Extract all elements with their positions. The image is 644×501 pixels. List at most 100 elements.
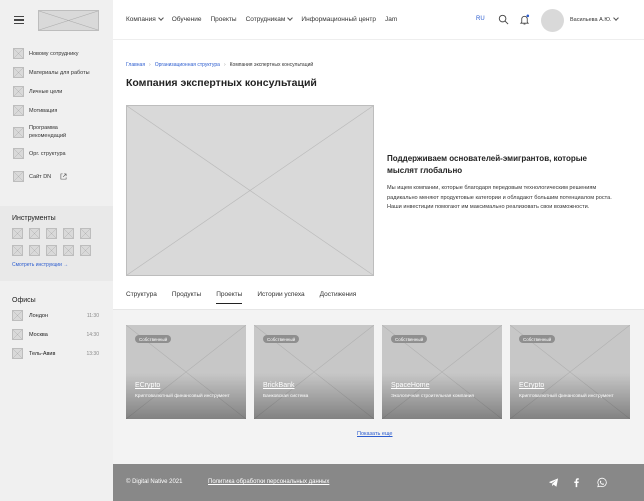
tab-structure[interactable]: Структура xyxy=(126,291,157,304)
menu-item-jam[interactable]: Jam xyxy=(385,16,397,23)
logo[interactable] xyxy=(38,9,99,31)
sidebar-item-label: Личные цели xyxy=(29,88,63,95)
page-title: Компания экспертных консультаций xyxy=(126,77,317,89)
tool-icon[interactable] xyxy=(80,245,91,256)
tools-section: Инструменты Смотреть инструкции → xyxy=(0,206,113,281)
facebook-icon[interactable] xyxy=(571,477,582,488)
sidebar-item-label: Сайт DN xyxy=(29,173,52,180)
office-flag-icon xyxy=(12,329,23,340)
sidebar-item-referral-program[interactable]: Программа рекомендаций xyxy=(13,124,113,140)
language-switch[interactable]: RU xyxy=(476,16,485,22)
offices-section: Офисы Лондон 11:30 Москва 14:30 Тель-Ави… xyxy=(0,297,113,367)
card-description: Криптовалютный финансовый инструмент xyxy=(135,394,230,399)
office-flag-icon xyxy=(12,310,23,321)
copyright: © Digital Native 2021 xyxy=(126,479,183,485)
whatsapp-icon[interactable] xyxy=(596,477,607,488)
offices-title: Офисы xyxy=(12,297,36,304)
project-card[interactable]: Собственный ECrypto Криптовалютный финан… xyxy=(126,325,246,419)
sidebar-item-new-employee[interactable]: Новому сотруднику xyxy=(13,48,113,59)
search-icon[interactable] xyxy=(498,14,509,25)
show-more-link[interactable]: Показать еще xyxy=(357,431,393,437)
tool-icon[interactable] xyxy=(46,245,57,256)
tabs: Структура Продукты Проекты Истории успех… xyxy=(126,291,356,304)
tool-icon[interactable] xyxy=(29,245,40,256)
project-card[interactable]: Собственный BrickBank Банковская система xyxy=(254,325,374,419)
tab-projects[interactable]: Проекты xyxy=(216,291,243,304)
office-row: Москва 14:30 xyxy=(12,329,101,340)
breadcrumb: Главная › Организационная структура › Ко… xyxy=(126,62,313,68)
sidebar-item-org-structure[interactable]: Орг. структура xyxy=(13,148,113,159)
user-menu[interactable]: Васильева А.Ю. xyxy=(570,14,620,23)
menu-item-employees[interactable]: Сотрудникам xyxy=(245,14,294,23)
office-name: Москва xyxy=(29,331,48,338)
tool-icon[interactable] xyxy=(12,228,23,239)
motivation-icon xyxy=(13,105,24,116)
menu-item-label: Информационный центр xyxy=(301,16,377,23)
office-flag-icon xyxy=(12,348,23,359)
tools-instructions-link[interactable]: Смотреть инструкции → xyxy=(12,262,101,268)
referral-program-icon xyxy=(13,126,24,138)
sidebar-top xyxy=(0,0,113,40)
project-card[interactable]: Собственный SpaceHome Экологичная строит… xyxy=(382,325,502,419)
breadcrumb-separator: › xyxy=(223,62,226,68)
menu-item-label: Обучение xyxy=(171,16,202,23)
sidebar-item-label: Мотивация xyxy=(29,107,58,114)
bell-icon[interactable] xyxy=(519,14,530,25)
card-title[interactable]: ECrypto xyxy=(135,382,160,389)
new-employee-icon xyxy=(13,48,24,59)
work-materials-icon xyxy=(13,67,24,78)
tool-icon[interactable] xyxy=(12,245,23,256)
menu-item-training[interactable]: Обучение xyxy=(172,16,202,23)
tool-icon[interactable] xyxy=(80,228,91,239)
tab-products[interactable]: Продукты xyxy=(172,291,201,304)
user-name: Васильева А.Ю. xyxy=(570,17,612,23)
sidebar-item-site-dn[interactable]: Сайт DN xyxy=(13,171,113,182)
sidebar-item-work-materials[interactable]: Материалы для работы xyxy=(13,67,113,78)
main-menu: Компания Обучение Проекты Сотрудникам Ин… xyxy=(126,14,397,23)
tab-success-stories[interactable]: Истории успеха xyxy=(257,291,304,304)
sidebar-item-label: Материалы для работы xyxy=(29,69,90,76)
privacy-policy-link[interactable]: Политика обработки персональных данных xyxy=(208,479,329,485)
office-name: Тель-Авив xyxy=(29,350,56,357)
tool-icon[interactable] xyxy=(63,228,74,239)
chevron-down-icon xyxy=(287,14,294,21)
tools-title: Инструменты xyxy=(12,215,56,222)
card-badge: Собственный xyxy=(391,335,428,343)
card-title[interactable]: SpaceHome xyxy=(391,382,430,389)
project-card[interactable]: Собственный ECrypto Криптовалютный финан… xyxy=(510,325,630,419)
breadcrumb-link[interactable]: Главная xyxy=(126,62,145,68)
card-description: Экологичная строительная компания xyxy=(391,394,474,399)
office-row: Тель-Авив 13:30 xyxy=(12,348,101,359)
tool-icon[interactable] xyxy=(29,228,40,239)
telegram-icon[interactable] xyxy=(548,477,559,488)
menu-item-projects[interactable]: Проекты xyxy=(210,16,236,23)
sidebar: Новому сотруднику Материалы для работы Л… xyxy=(0,0,113,501)
top-header: Компания Обучение Проекты Сотрудникам Ин… xyxy=(113,0,644,40)
menu-item-label: Сотрудникам xyxy=(245,16,286,23)
tools-grid xyxy=(12,228,101,256)
org-structure-icon xyxy=(13,148,24,159)
tool-icon[interactable] xyxy=(63,245,74,256)
menu-item-company[interactable]: Компания xyxy=(126,14,164,23)
chevron-down-icon xyxy=(157,14,164,21)
menu-item-label: Проекты xyxy=(210,16,237,23)
menu-item-label: Jam xyxy=(385,16,398,23)
breadcrumb-separator: › xyxy=(149,62,151,68)
menu-icon[interactable] xyxy=(14,16,24,24)
card-badge: Собственный xyxy=(135,335,172,343)
projects-section: Собственный ECrypto Криптовалютный финан… xyxy=(113,310,644,464)
tool-icon[interactable] xyxy=(46,228,57,239)
chevron-down-icon xyxy=(613,14,620,21)
card-title[interactable]: ECrypto xyxy=(519,382,544,389)
avatar[interactable] xyxy=(541,9,564,32)
tab-achievements[interactable]: Достижения xyxy=(320,291,357,304)
office-row: Лондон 11:30 xyxy=(12,310,101,321)
sidebar-item-personal-goals[interactable]: Личные цели xyxy=(13,86,113,97)
menu-item-info-center[interactable]: Информационный центр xyxy=(301,16,376,23)
hero-image xyxy=(126,105,374,276)
sidebar-item-motivation[interactable]: Мотивация xyxy=(13,105,113,116)
menu-item-label: Компания xyxy=(126,16,156,23)
card-title[interactable]: BrickBank xyxy=(263,382,295,389)
footer: © Digital Native 2021 Политика обработки… xyxy=(113,464,644,501)
breadcrumb-link[interactable]: Организационная структура xyxy=(155,62,220,68)
